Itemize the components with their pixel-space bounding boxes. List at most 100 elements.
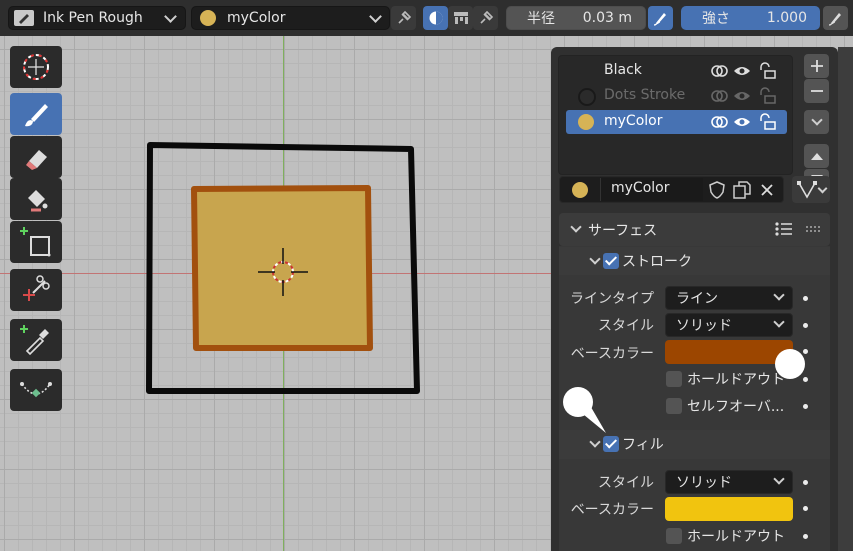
stroke-subpanel-title: ストローク — [622, 254, 692, 270]
base-color-label: ベースカラー — [570, 346, 654, 362]
style-value: ソリッド — [676, 318, 732, 334]
material-color-icon — [572, 182, 588, 198]
self-overlap-label: セルフオーバ... — [687, 399, 785, 415]
chevron-down-icon — [570, 221, 582, 233]
stroke-enable-checkbox[interactable] — [603, 253, 619, 269]
style-dropdown[interactable]: ソリッド — [665, 313, 793, 337]
material-slot-row[interactable]: Dots Stroke — [566, 84, 787, 108]
line-type-dropdown[interactable]: ライン — [665, 286, 793, 310]
chevron-down-icon — [164, 10, 177, 23]
fill-tool-button[interactable] — [10, 178, 62, 220]
brush-name: Ink Pen Rough — [43, 10, 143, 26]
strength-pressure-button[interactable] — [823, 6, 848, 30]
material-datablock[interactable]: myColor — [559, 176, 784, 203]
radius-pressure-button[interactable] — [648, 6, 673, 30]
eyedropper-tool-button[interactable] — [10, 319, 62, 361]
close-icon[interactable] — [759, 182, 775, 198]
fill-hold-out-label: ホールドアウト — [687, 529, 785, 545]
hold-out-label: ホールドアウト — [687, 372, 785, 388]
pin-mode-button[interactable] — [473, 6, 498, 30]
material-color-icon — [200, 10, 216, 26]
keyframe-dot-icon[interactable] — [803, 480, 808, 485]
draw-tool-button[interactable] — [10, 93, 62, 135]
erase-tool-button[interactable] — [10, 136, 62, 178]
stroke-subpanel-header[interactable]: ストローク — [559, 247, 830, 275]
onion-skin-icon[interactable] — [711, 114, 729, 130]
unlock-icon[interactable] — [757, 62, 777, 80]
eyedropper-icon — [20, 325, 49, 356]
chevron-down-icon — [369, 10, 382, 23]
eye-icon[interactable] — [733, 114, 751, 130]
keyframe-dot-icon[interactable] — [803, 377, 808, 382]
line-type-value: ライン — [676, 291, 718, 307]
remove-slot-button[interactable] — [804, 79, 829, 103]
curve-icon — [20, 382, 52, 398]
slot-specials-button[interactable] — [804, 110, 829, 134]
node-link-button[interactable] — [792, 176, 830, 203]
fill-hold-out-checkbox[interactable] — [666, 528, 682, 544]
pin-material-button[interactable] — [391, 6, 416, 30]
radius-value: 0.03 m — [582, 10, 632, 26]
sidebar-edge — [838, 47, 853, 551]
material-properties-panel: Black Dots Stroke myColor myColor サーフェス … — [551, 47, 838, 551]
strength-field[interactable]: 強さ 1.000 — [681, 6, 820, 30]
fake-user-shield-icon[interactable] — [708, 181, 726, 199]
fill-style-value: ソリッド — [676, 475, 732, 491]
unlock-icon[interactable] — [757, 113, 777, 131]
onion-skin-icon[interactable] — [711, 88, 729, 104]
self-overlap-checkbox[interactable] — [666, 398, 682, 414]
add-slot-button[interactable] — [804, 54, 829, 78]
brush-selector[interactable]: Ink Pen Rough — [8, 6, 186, 30]
erase-icon — [26, 150, 47, 170]
annotation-marker — [775, 349, 805, 379]
duplicate-icon[interactable] — [732, 180, 752, 200]
keyframe-dot-icon[interactable] — [803, 506, 808, 511]
keyframe-dot-icon[interactable] — [803, 534, 808, 539]
onion-skin-icon[interactable] — [711, 63, 729, 79]
texture-icon — [453, 12, 468, 24]
unlock-icon[interactable] — [757, 87, 777, 105]
surface-panel-header[interactable]: サーフェス — [559, 213, 830, 246]
triangle-up-icon — [810, 153, 823, 160]
fill-subpanel-title: フィル — [622, 437, 664, 453]
fill-style-dropdown[interactable]: ソリッド — [665, 470, 793, 494]
list-options-icon[interactable] — [775, 221, 793, 237]
brush-icon — [14, 10, 34, 26]
slot-color-icon — [578, 114, 594, 130]
minus-icon — [810, 90, 823, 92]
keyframe-dot-icon[interactable] — [803, 323, 808, 328]
eye-icon[interactable] — [733, 63, 751, 79]
add-box-icon — [20, 227, 51, 257]
primitive-tool-button[interactable] — [10, 221, 62, 263]
material-name: myColor — [227, 10, 286, 26]
keyframe-dot-icon[interactable] — [803, 349, 808, 354]
material-slot-row[interactable]: Black — [566, 59, 787, 83]
move-slot-up-button[interactable] — [804, 144, 829, 168]
line-type-label: ラインタイプ — [570, 291, 654, 307]
eye-icon[interactable] — [733, 88, 751, 104]
stroke-color-swatch[interactable] — [665, 340, 793, 364]
keyframe-dot-icon[interactable] — [803, 296, 808, 301]
keyframe-dot-icon[interactable] — [803, 404, 808, 409]
radius-field[interactable]: 半径 0.03 m — [506, 6, 646, 30]
cutter-tool-button[interactable] — [10, 269, 62, 311]
chevron-down-icon — [773, 289, 785, 301]
hold-out-checkbox[interactable] — [666, 371, 682, 387]
sphere-shading-icon — [429, 11, 442, 25]
material-selector[interactable]: myColor — [191, 6, 390, 30]
shading-mode-button[interactable] — [423, 6, 448, 30]
cursor-tool-button[interactable] — [10, 46, 62, 88]
fill-style-label: スタイル — [598, 475, 654, 491]
draw-brush-icon — [25, 104, 48, 127]
fill-color-swatch[interactable] — [665, 497, 793, 521]
material-slot-row-selected[interactable]: myColor — [566, 110, 787, 134]
pen-pressure-icon — [653, 13, 666, 26]
texture-mode-button[interactable] — [448, 6, 473, 30]
3d-cursor-icon[interactable] — [258, 247, 308, 297]
style-label: スタイル — [598, 318, 654, 334]
drag-handle-icon[interactable] — [805, 225, 821, 233]
pin-icon — [479, 10, 493, 24]
material-name-field[interactable]: myColor — [600, 178, 703, 201]
curve-tool-button[interactable] — [10, 369, 62, 411]
chevron-down-icon — [589, 253, 601, 265]
